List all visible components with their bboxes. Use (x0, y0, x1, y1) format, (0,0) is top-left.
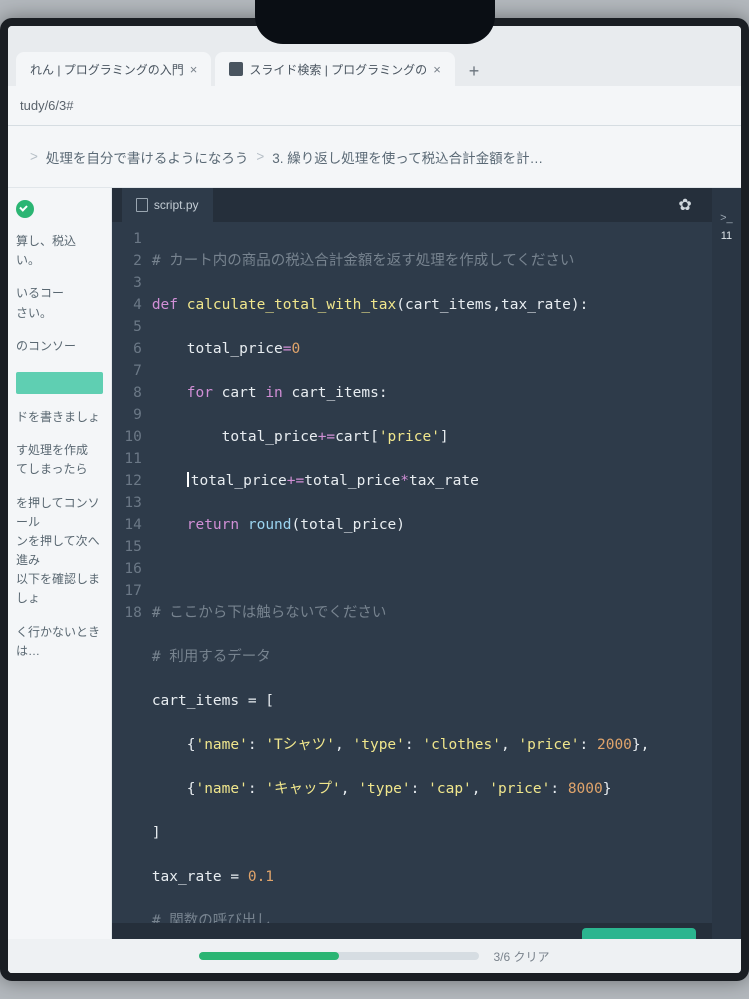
instruction-sidebar: 算し、税込 い。 いるコー さい。 のコンソー ドを書きましょ す処理を作成 て… (8, 188, 112, 973)
gear-icon[interactable]: ✿ (678, 195, 701, 215)
progress-label: 3/6 クリア (493, 948, 549, 965)
output-value: 11 (721, 230, 732, 242)
device-notch (255, 0, 495, 44)
code-editor[interactable]: 123 456 789 101112 131415 161718 # カート内の… (112, 222, 712, 923)
address-bar[interactable]: tudy/6/3# (8, 86, 741, 126)
line-gutter: 123 456 789 101112 131415 161718 (112, 228, 152, 917)
breadcrumb-item[interactable]: 処理を自分で書けるようになろう (46, 147, 249, 167)
close-icon[interactable]: × (190, 62, 198, 77)
progress-fill (199, 952, 339, 960)
code-source[interactable]: # カート内の商品の税込合計金額を返す処理を作成してください def calcu… (152, 228, 712, 917)
highlight-bar (16, 372, 103, 394)
output-panel: >_ 11 (712, 188, 741, 973)
sidebar-text: を押してコンソール ンを押して次へ進み 以下を確認しましょ (16, 494, 103, 609)
prompt-icon: >_ (720, 212, 733, 224)
sidebar-text: のコンソー (16, 337, 103, 356)
favicon-icon (229, 62, 243, 76)
content-row: 算し、税込 い。 いるコー さい。 のコンソー ドを書きましょ す処理を作成 て… (8, 188, 741, 973)
progress-bar-row: 3/6 クリア (8, 939, 741, 973)
breadcrumb-sep: > (30, 149, 38, 164)
breadcrumb-item[interactable]: 3. 繰り返し処理を使って税込合計金額を計… (272, 147, 543, 167)
breadcrumb-sep: > (256, 149, 264, 164)
file-name: script.py (154, 198, 199, 212)
file-icon (136, 198, 148, 212)
sidebar-text: ドを書きましょ (16, 408, 103, 427)
sidebar-text: 算し、税込 い。 (16, 232, 103, 270)
breadcrumb: > 処理を自分で書けるようになろう > 3. 繰り返し処理を使って税込合計金額を… (8, 126, 741, 188)
tab-title: れん | プログラミングの入門 (30, 61, 184, 78)
close-icon[interactable]: × (433, 62, 441, 77)
check-icon (16, 200, 34, 218)
progress-bar (199, 952, 479, 960)
url-text: tudy/6/3# (20, 98, 74, 113)
file-tab[interactable]: script.py (122, 188, 213, 222)
browser-tab[interactable]: れん | プログラミングの入門 × (16, 52, 211, 86)
sidebar-text: く行かないときは… (16, 623, 103, 661)
editor-panel: script.py ✿ 123 456 789 101112 131415 16… (112, 188, 712, 973)
browser-tab[interactable]: スライド検索 | プログラミングの × (215, 52, 454, 86)
check-row (16, 200, 103, 218)
sidebar-text: す処理を作成 てしまったら (16, 441, 103, 479)
screen: れん | プログラミングの入門 × スライド検索 | プログラミングの × + … (0, 18, 749, 981)
page: > 処理を自分で書けるようになろう > 3. 繰り返し処理を使って税込合計金額を… (8, 126, 741, 973)
text-cursor (187, 472, 189, 487)
editor-tab-bar: script.py ✿ (112, 188, 712, 222)
new-tab-button[interactable]: + (459, 57, 490, 86)
tab-title: スライド検索 | プログラミングの (249, 61, 427, 78)
sidebar-text: いるコー さい。 (16, 284, 103, 322)
